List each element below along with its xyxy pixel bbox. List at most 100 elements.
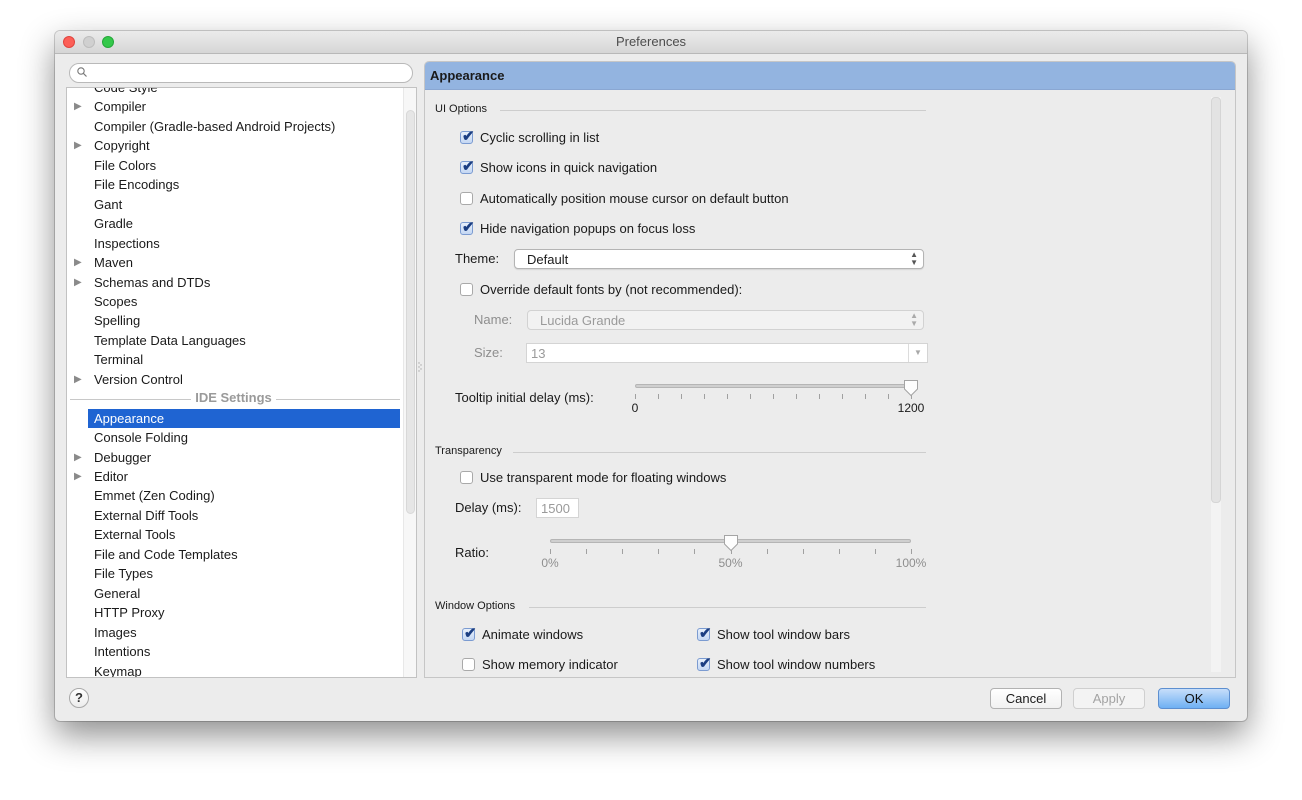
sidebar-item[interactable]: External Tools bbox=[67, 525, 387, 544]
checkmark-icon: ✔ bbox=[462, 218, 475, 236]
sidebar-item[interactable]: ▶ Compiler bbox=[67, 97, 387, 116]
sidebar-item-label: Images bbox=[94, 624, 137, 640]
slider-thumb[interactable] bbox=[903, 379, 919, 397]
slider-tick bbox=[704, 394, 705, 399]
search-icon bbox=[77, 67, 87, 77]
sidebar-item[interactable]: Gradle bbox=[67, 214, 387, 233]
sidebar-item-label: Compiler bbox=[94, 99, 147, 115]
title-bar: Preferences bbox=[55, 31, 1247, 54]
checkbox-box: ✔ bbox=[460, 128, 475, 145]
tree-scrollbar-thumb[interactable] bbox=[406, 110, 415, 514]
expand-arrow-icon[interactable]: ▶ bbox=[74, 136, 82, 155]
sidebar-item[interactable]: File and Code Templates bbox=[67, 545, 387, 564]
slider-tick bbox=[796, 394, 797, 399]
checkmark-icon: ✔ bbox=[699, 625, 712, 642]
checkbox-label: Show tool window bars bbox=[717, 627, 850, 642]
ratio-label: Ratio: bbox=[455, 545, 489, 560]
expand-arrow-icon[interactable]: ▶ bbox=[74, 448, 82, 467]
search-input[interactable] bbox=[92, 65, 406, 83]
sidebar-item-label: Emmet (Zen Coding) bbox=[94, 488, 215, 504]
sidebar-item[interactable]: Intentions bbox=[67, 642, 387, 661]
checkbox-box bbox=[460, 471, 473, 484]
slider-label: 100% bbox=[895, 556, 927, 570]
sidebar-item[interactable]: File Colors bbox=[67, 156, 387, 175]
font-name-value: Lucida Grande bbox=[540, 313, 626, 328]
slider-tick bbox=[874, 549, 876, 554]
sidebar-item[interactable]: Appearance bbox=[88, 408, 400, 428]
checkbox-box bbox=[462, 658, 475, 671]
sidebar-item-label: Copyright bbox=[94, 138, 150, 154]
delay-input[interactable]: 1500 bbox=[536, 498, 579, 518]
checkmark-icon: ✔ bbox=[462, 158, 475, 176]
slider-tick bbox=[838, 549, 840, 554]
settings-tree: Keymap Intentions Images HTTP Proxy General F… bbox=[66, 87, 417, 678]
sidebar-item[interactable]: Images bbox=[67, 623, 387, 642]
sidebar-item[interactable]: Compiler (Gradle-based Android Projects) bbox=[67, 117, 387, 136]
sidebar-item[interactable]: Emmet (Zen Coding) bbox=[67, 486, 387, 505]
sidebar-item-label: Debugger bbox=[94, 449, 152, 465]
sidebar-item-label: File Types bbox=[94, 566, 154, 582]
slider-track[interactable] bbox=[635, 384, 911, 388]
slider-label: 1200 bbox=[897, 401, 925, 415]
sidebar-item[interactable]: External Diff Tools bbox=[67, 506, 387, 525]
expand-arrow-icon[interactable]: ▶ bbox=[74, 253, 82, 272]
cancel-button[interactable]: Cancel bbox=[990, 688, 1062, 709]
checkbox-box: ✔ bbox=[462, 625, 477, 642]
sidebar-item-label: File Colors bbox=[94, 157, 157, 173]
ok-button[interactable]: OK bbox=[1158, 688, 1230, 709]
apply-button[interactable]: Apply bbox=[1073, 688, 1145, 709]
expand-arrow-icon[interactable]: ▶ bbox=[74, 97, 82, 116]
sidebar-item[interactable]: ▶ Schemas and DTDs bbox=[67, 273, 387, 292]
font-name-label: Name: bbox=[474, 312, 513, 327]
sidebar-item-label: Keymap bbox=[94, 663, 142, 678]
slider-tick bbox=[681, 394, 682, 399]
checkbox-label: Use transparent mode for floating window… bbox=[480, 470, 727, 485]
checkbox-box: ✔ bbox=[460, 158, 475, 176]
help-button[interactable]: ? bbox=[69, 688, 89, 708]
panel-scrollbar-thumb[interactable] bbox=[1211, 97, 1221, 503]
expand-arrow-icon[interactable]: ▶ bbox=[74, 370, 82, 389]
transparency-divider bbox=[513, 452, 926, 453]
sidebar-item[interactable]: Code Style bbox=[67, 88, 387, 97]
ratio-slider[interactable]: 0% 50% 100% bbox=[541, 535, 926, 575]
window-title: Preferences bbox=[615, 34, 687, 49]
tooltip-delay-slider[interactable]: 0 1200 bbox=[632, 380, 924, 420]
section-title-wrap: IDE Settings bbox=[67, 390, 400, 406]
sidebar-item-label: Schemas and DTDs bbox=[94, 274, 211, 290]
sidebar-item[interactable]: HTTP Proxy bbox=[67, 603, 387, 622]
sidebar-item[interactable]: ▶ Version Control bbox=[67, 370, 387, 389]
sidebar-item-label: Editor bbox=[94, 469, 128, 484]
sidebar-item[interactable]: Inspections bbox=[67, 234, 387, 253]
sidebar-item[interactable]: Gant bbox=[67, 195, 387, 214]
sidebar-item[interactable]: ▶ Maven bbox=[67, 253, 387, 272]
sidebar-item-label: Terminal bbox=[94, 352, 144, 368]
settings-search[interactable] bbox=[69, 63, 413, 83]
checkbox-box bbox=[460, 283, 473, 296]
checkbox-label: Hide navigation popups on focus loss bbox=[480, 220, 696, 236]
checkbox-label: Animate windows bbox=[482, 627, 584, 642]
sidebar-item[interactable]: File Encodings bbox=[67, 175, 387, 194]
splitter-handle[interactable] bbox=[417, 361, 423, 373]
sidebar-item[interactable]: Terminal bbox=[67, 350, 387, 369]
sidebar-item[interactable]: Keymap bbox=[67, 662, 387, 678]
sidebar-item[interactable]: ▶ Copyright bbox=[67, 136, 387, 155]
sidebar-item[interactable]: ▶ Editor bbox=[67, 467, 387, 486]
checkbox-label: Cyclic scrolling in list bbox=[480, 130, 600, 145]
expand-arrow-icon[interactable]: ▶ bbox=[74, 467, 82, 486]
sidebar-item[interactable]: ▶ Debugger bbox=[67, 448, 387, 467]
font-size-value: 13 bbox=[531, 346, 546, 361]
dropdown-arrow-icon[interactable]: ▼ bbox=[908, 344, 927, 362]
checkmark-icon: ✔ bbox=[462, 128, 475, 145]
sidebar-item[interactable]: Console Folding bbox=[67, 428, 387, 447]
font-name-select[interactable]: Lucida Grande ▲ ▼ bbox=[527, 310, 924, 330]
slider-thumb[interactable] bbox=[723, 534, 739, 552]
sidebar-item[interactable]: Spelling bbox=[67, 311, 387, 330]
sidebar-item[interactable]: Scopes bbox=[67, 292, 387, 311]
slider-tick bbox=[658, 549, 660, 554]
expand-arrow-icon[interactable]: ▶ bbox=[74, 273, 82, 292]
sidebar-item[interactable]: File Types bbox=[67, 564, 387, 583]
theme-select[interactable]: Default ▲ ▼ bbox=[514, 249, 924, 269]
font-size-combo[interactable]: 13 ▼ bbox=[526, 343, 928, 363]
sidebar-item[interactable]: Template Data Languages bbox=[67, 331, 387, 350]
sidebar-item[interactable]: General bbox=[67, 584, 387, 603]
